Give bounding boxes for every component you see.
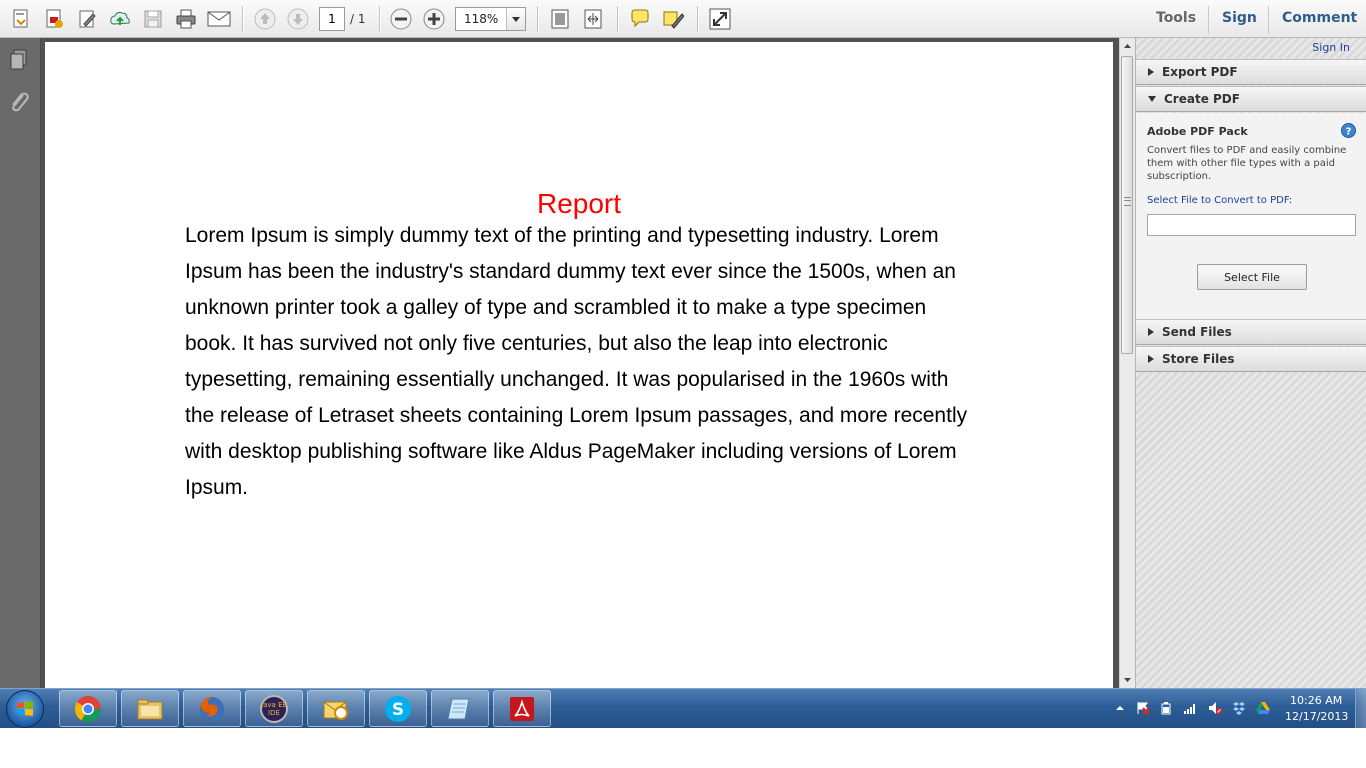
panel-label: Create PDF: [1164, 92, 1240, 106]
prev-page-icon[interactable]: [252, 6, 278, 32]
expand-arrow-icon: [1148, 68, 1154, 76]
vertical-scrollbar[interactable]: [1119, 38, 1135, 688]
navigation-pane: [0, 38, 41, 688]
document-body: Lorem Ipsum is simply dummy text of the …: [185, 224, 968, 499]
java-ee-ide-icon: Java EE IDE: [260, 694, 288, 723]
svg-text:Java EE: Java EE: [260, 701, 287, 709]
convert-pdf-icon[interactable]: [41, 6, 67, 32]
document-title: Report: [536, 188, 622, 219]
action-center-icon[interactable]: [1136, 701, 1150, 715]
file-path-input[interactable]: [1147, 214, 1356, 236]
network-icon[interactable]: [1183, 701, 1197, 715]
attachments-icon[interactable]: [6, 89, 32, 115]
pdf-page: Report Lorem Ipsum is simply dummy text …: [45, 42, 1113, 688]
panel-store-files[interactable]: Store Files: [1136, 346, 1366, 372]
highlight-icon[interactable]: [660, 6, 686, 32]
panel-create-pdf[interactable]: Create PDF: [1136, 86, 1366, 112]
help-icon[interactable]: ?: [1341, 123, 1356, 141]
sign-button[interactable]: Sign: [1222, 10, 1257, 26]
svg-text:S: S: [392, 700, 404, 720]
show-hidden-icons-icon[interactable]: [1113, 701, 1127, 715]
edit-icon[interactable]: [74, 6, 100, 32]
zoom-value: 118%: [464, 12, 499, 26]
clock-time[interactable]: 10:26 AM: [1290, 694, 1342, 707]
save-icon[interactable]: [140, 6, 166, 32]
windows-logo-icon: [17, 701, 33, 716]
taskbar-outlook[interactable]: [307, 690, 365, 727]
create-pdf-icon[interactable]: [8, 6, 34, 32]
panel-label: Export PDF: [1162, 65, 1238, 79]
pack-description: Convert files to PDF and easily combine …: [1147, 145, 1347, 182]
document-viewer: Report Lorem Ipsum is simply dummy text …: [41, 38, 1119, 688]
page-total-label: / 1: [350, 12, 366, 26]
taskbar-skype[interactable]: S: [369, 690, 427, 727]
email-icon[interactable]: [206, 6, 232, 32]
battery-icon[interactable]: [1159, 701, 1173, 715]
create-pdf-content: Adobe PDF Pack ? Convert files to PDF an…: [1136, 113, 1366, 319]
taskbar-firefox[interactable]: [183, 690, 241, 727]
comment-icon[interactable]: [627, 6, 653, 32]
scroll-down-icon[interactable]: [1120, 672, 1135, 688]
taskbar-file-explorer[interactable]: [121, 690, 179, 727]
svg-text:?: ?: [1346, 127, 1352, 138]
volume-muted-icon[interactable]: [1208, 701, 1222, 715]
panel-send-files[interactable]: Send Files: [1136, 319, 1366, 345]
zoom-in-icon[interactable]: [421, 6, 447, 32]
collapse-arrow-icon: [1148, 96, 1156, 102]
zoom-select[interactable]: 118%: [455, 7, 526, 31]
comment-button[interactable]: Comment: [1282, 10, 1357, 26]
scroll-thumb[interactable]: [1121, 56, 1133, 354]
google-drive-icon[interactable]: [1256, 701, 1270, 715]
next-page-icon[interactable]: [285, 6, 311, 32]
grip-icon: [1124, 197, 1131, 206]
firefox-icon: [200, 696, 224, 721]
tools-button[interactable]: Tools: [1156, 10, 1196, 26]
select-file-label: Select File to Convert to PDF:: [1147, 195, 1293, 206]
taskbar-chrome[interactable]: [59, 690, 117, 727]
select-file-button[interactable]: Select File: [1197, 264, 1307, 290]
taskbar-notepad[interactable]: [431, 690, 489, 727]
taskbar-java-ide[interactable]: Java EE IDE: [245, 690, 303, 727]
adobe-reader-icon: [510, 696, 534, 721]
tools-pane: Sign In Export PDF Create PDF Adobe PDF …: [1135, 38, 1366, 688]
panel-label: Store Files: [1162, 352, 1235, 366]
page-thumbnails-icon[interactable]: [6, 47, 32, 73]
upload-icon[interactable]: [107, 6, 133, 32]
outlook-icon: [323, 701, 348, 720]
fit-width-icon[interactable]: [580, 6, 606, 32]
chevron-down-icon[interactable]: [506, 8, 525, 30]
dropbox-icon[interactable]: [1232, 701, 1246, 715]
svg-text:IDE: IDE: [268, 709, 280, 717]
page-number-input[interactable]: [319, 7, 345, 31]
toolbar: / 1 118% Tools Sign Comment: [0, 0, 1366, 38]
show-desktop-button[interactable]: [1355, 689, 1366, 728]
expand-arrow-icon: [1148, 328, 1154, 336]
fit-page-icon[interactable]: [547, 6, 573, 32]
notepad-icon: [447, 698, 470, 719]
start-button[interactable]: [6, 690, 44, 728]
sign-in-link[interactable]: Sign In: [1312, 41, 1350, 54]
print-icon[interactable]: [173, 6, 199, 32]
chrome-icon: [74, 695, 102, 722]
scroll-up-icon[interactable]: [1120, 38, 1135, 54]
panel-export-pdf[interactable]: Export PDF: [1136, 59, 1366, 85]
panel-label: Send Files: [1162, 325, 1232, 339]
taskbar-adobe-reader[interactable]: [493, 690, 551, 727]
clock-date[interactable]: 12/17/2013: [1285, 710, 1348, 723]
folder-icon: [137, 699, 163, 719]
pack-title: Adobe PDF Pack: [1147, 125, 1248, 138]
skype-icon: S: [385, 695, 411, 722]
zoom-out-icon[interactable]: [388, 6, 414, 32]
taskbar: Java EE IDE S 10:26 AM 12/17/2013: [0, 688, 1366, 728]
expand-arrow-icon: [1148, 355, 1154, 363]
fullscreen-icon[interactable]: [707, 6, 733, 32]
